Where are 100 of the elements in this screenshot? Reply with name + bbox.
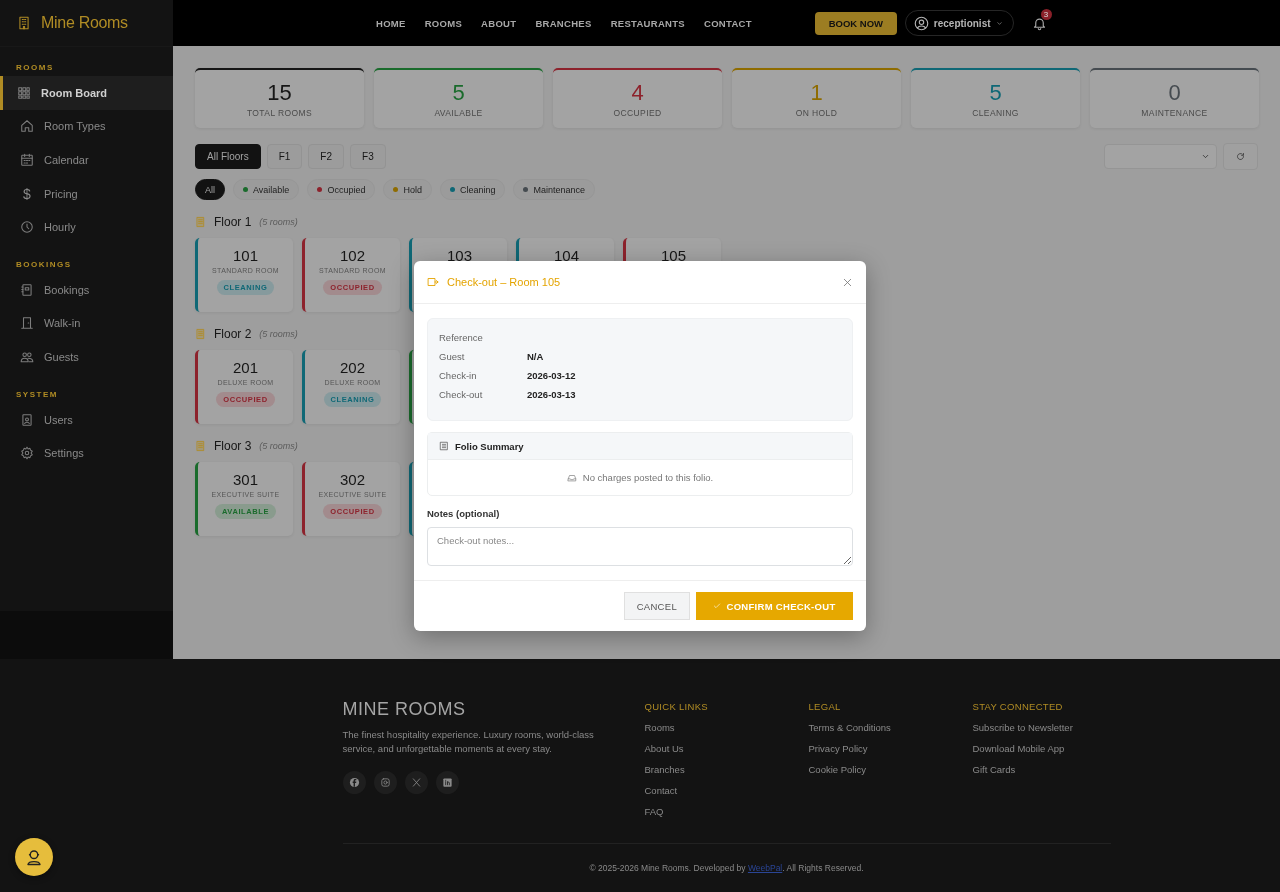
folio-title: Folio Summary [455,440,524,452]
room-count: (5 rooms) [259,441,298,451]
section-title: SYSTEM [15,388,59,401]
social-button[interactable] [435,771,459,794]
status-filter-chip[interactable]: All [195,179,225,200]
refresh-button[interactable] [1223,143,1258,170]
dialog-title: Check-out – Room 105 [447,276,562,288]
detail-label: Check-in [439,370,478,381]
sidebar-item[interactable]: Calendar [0,143,173,177]
sidebar-item[interactable]: Settings [0,436,173,470]
sidebar-item[interactable]: Room Board [0,76,173,110]
stat-value: 5 [989,80,1002,105]
sidebar-item[interactable]: Room Types [0,109,173,144]
calendar-icon [20,153,34,167]
nav-link[interactable]: ABOUT [481,17,517,29]
close-icon [842,276,853,288]
brand-logo[interactable]: Mine Rooms [41,14,128,32]
copyright-text: © 2025-2026 Mine Rooms. Developed by WeebPal. All Rights Reserved. [589,863,864,873]
house-icon [20,119,34,134]
door-icon [20,316,34,331]
nav-link[interactable]: BRANCHES [535,17,592,29]
stat-value: 4 [631,80,644,105]
status-filter-chip[interactable]: Cleaning [439,179,506,200]
facebook-icon [348,777,360,788]
stat-label: OCCUPIED [613,107,662,118]
detail-label: Guest [439,351,466,362]
footer-link[interactable]: Gift Cards [972,764,1016,775]
building-icon [195,215,206,229]
sidebar-item[interactable]: Users [0,402,173,437]
floor-tab[interactable]: F2 [308,144,345,169]
floor-title: Floor 3 [214,439,252,453]
stat-label: TOTAL ROOMS [246,107,313,118]
document-icon [20,282,34,297]
footer-link[interactable]: Subscribe to Newsletter [972,722,1073,733]
clock-icon [20,220,34,235]
footer-link[interactable]: About Us [644,743,684,754]
section-title: ROOMS [15,62,55,74]
social-button[interactable] [404,771,428,794]
person-icon [25,848,43,866]
x-icon [410,777,422,788]
sidebar-item[interactable]: Hourly [0,210,173,244]
footer-link[interactable]: Cookie Policy [808,764,867,775]
book-now-button[interactable]: BOOK NOW [814,11,897,35]
room-number: 301 [233,471,258,488]
footer-link[interactable]: FAQ [644,806,664,817]
room-number: 104 [554,247,579,264]
status-filter-chip[interactable]: Hold [383,179,432,200]
room-count: (5 rooms) [259,217,298,227]
refresh-icon [1236,152,1245,161]
status-filter-chip[interactable]: Maintenance [513,179,595,200]
stat-value: 1 [810,80,823,105]
nav-link[interactable]: CONTACT [704,17,752,29]
status-filter-chip[interactable]: Available [233,179,300,200]
sidebar-item[interactable]: Guests [0,340,173,374]
building-icon [17,14,31,32]
sidebar-item[interactable]: Walk-in [0,306,173,341]
gear-icon [20,446,34,461]
room-number: 102 [340,247,365,264]
detail-value: 2026-03-13 [527,389,576,400]
stat-value: 15 [267,80,292,105]
section-title: BOOKINGS [15,258,73,271]
chevron-down-icon [1201,152,1210,161]
detail-value: 2026-03-12 [527,370,576,381]
floor-title: Floor 1 [214,215,252,229]
social-button[interactable] [342,771,366,794]
sidebar-item[interactable]: Bookings [0,272,173,307]
notification-button[interactable] [1031,15,1047,31]
nav-link[interactable]: HOME [376,17,406,29]
nav-link[interactable]: RESTAURANTS [610,17,685,29]
user-menu-button[interactable]: receptionist [904,10,1014,36]
social-button[interactable] [373,771,397,794]
user-avatar-icon [913,15,929,31]
nav-link[interactable]: ROOMS [424,17,463,29]
floor-tab[interactable]: F1 [266,144,303,169]
footer-link[interactable]: Privacy Policy [808,743,868,754]
sidebar-item[interactable]: $ Pricing [0,176,173,211]
linkedin-icon [441,777,453,788]
room-number: 302 [340,471,365,488]
building-icon [195,439,206,453]
cancel-button[interactable]: CANCEL [623,592,690,620]
footer-heading: LEGAL [808,701,842,712]
receipt-icon [439,441,449,451]
footer-link[interactable]: Rooms [644,722,675,733]
floor-tab[interactable]: All Floors [195,144,261,169]
footer-link[interactable]: Contact [644,785,678,796]
status-filter-chip[interactable]: Occupied [307,179,376,200]
grid-icon [17,85,31,100]
stat-label: ON HOLD [795,107,838,118]
bell-icon [1031,15,1047,31]
footer-heading: QUICK LINKS [644,701,709,712]
detail-label: Reference [439,332,484,343]
notes-field[interactable]: Check-out notes... [427,527,853,566]
room-number: 202 [340,359,365,376]
footer-link[interactable]: Terms & Conditions [808,722,891,733]
floor-tab[interactable]: F3 [350,144,386,169]
room-number: 105 [661,247,686,264]
close-button[interactable] [842,276,853,288]
stat-value: 5 [452,80,465,105]
footer-link[interactable]: Branches [644,764,685,775]
footer-link[interactable]: Download Mobile App [972,743,1065,754]
